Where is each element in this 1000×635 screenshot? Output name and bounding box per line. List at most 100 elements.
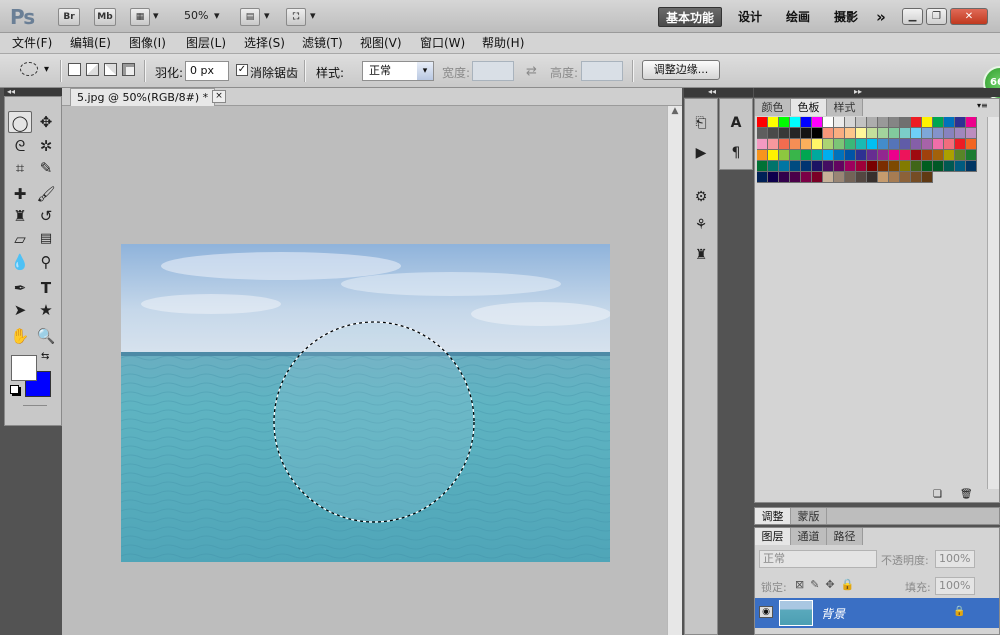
color-swatch[interactable] <box>922 172 933 183</box>
color-swatch[interactable] <box>900 128 911 139</box>
color-swatch[interactable] <box>834 161 845 172</box>
menu-image[interactable]: 图像(I) <box>129 35 166 51</box>
intersect-selection-icon[interactable] <box>122 63 135 76</box>
opacity-input[interactable]: 100% <box>935 550 975 568</box>
color-swatch[interactable] <box>834 139 845 150</box>
color-swatch[interactable] <box>889 139 900 150</box>
magic-wand-tool-icon[interactable]: ✲ <box>34 135 58 157</box>
clone-stamp-tool-icon[interactable]: ♜ <box>8 205 32 227</box>
color-swatch[interactable] <box>779 172 790 183</box>
color-swatch[interactable] <box>900 117 911 128</box>
eraser-tool-icon[interactable]: ▱ <box>8 228 32 250</box>
color-swatch[interactable] <box>812 161 823 172</box>
color-swatch[interactable] <box>944 128 955 139</box>
workspace-photography[interactable]: 摄影 <box>826 7 866 27</box>
color-swatch[interactable] <box>834 150 845 161</box>
color-swatch[interactable] <box>856 117 867 128</box>
swatches-scrollbar[interactable] <box>987 117 999 489</box>
extras-icon[interactable]: ▦ <box>130 8 150 26</box>
default-colors-icon[interactable] <box>10 385 19 394</box>
color-swatch[interactable] <box>757 172 768 183</box>
antialias-checkbox[interactable]: ✓ <box>236 64 248 76</box>
clone-source-panel-icon[interactable]: ♜ <box>688 243 714 267</box>
trash-icon[interactable]: 🗑 <box>960 489 973 500</box>
color-swatch[interactable] <box>801 139 812 150</box>
color-swatch[interactable] <box>966 117 977 128</box>
blur-tool-icon[interactable]: 💧 <box>8 251 32 273</box>
color-swatch[interactable] <box>790 150 801 161</box>
color-swatch[interactable] <box>801 150 812 161</box>
color-swatch[interactable] <box>933 139 944 150</box>
color-swatch[interactable] <box>922 117 933 128</box>
layer-row-background[interactable]: ◉ 背景 🔒 <box>755 598 999 628</box>
dodge-tool-icon[interactable]: ⚲ <box>34 251 58 273</box>
close-icon[interactable]: ✕ <box>950 8 988 25</box>
visibility-eye-icon[interactable]: ◉ <box>759 606 773 618</box>
color-swatch[interactable] <box>966 139 977 150</box>
swap-colors-icon[interactable]: ⇆ <box>41 351 49 362</box>
color-swatch[interactable] <box>955 161 966 172</box>
chevron-down-icon[interactable]: ▾ <box>214 9 220 22</box>
color-swatch[interactable] <box>878 172 889 183</box>
paragraph-panel-icon[interactable]: ¶ <box>723 141 749 165</box>
color-swatch[interactable] <box>867 172 878 183</box>
fill-input[interactable]: 100% <box>935 577 975 595</box>
zoom-tool-icon[interactable]: 🔍 <box>34 325 58 347</box>
color-swatch[interactable] <box>900 139 911 150</box>
color-swatch[interactable] <box>911 139 922 150</box>
quick-mask-icon[interactable] <box>23 405 47 406</box>
color-swatch[interactable] <box>768 172 779 183</box>
color-swatch[interactable] <box>944 161 955 172</box>
color-swatch[interactable] <box>790 117 801 128</box>
color-swatch[interactable] <box>823 128 834 139</box>
foreground-color-swatch[interactable] <box>11 355 37 381</box>
color-swatch[interactable] <box>801 172 812 183</box>
color-swatch[interactable] <box>900 172 911 183</box>
color-swatch[interactable] <box>768 161 779 172</box>
color-swatch[interactable] <box>867 161 878 172</box>
color-swatch[interactable] <box>889 128 900 139</box>
color-swatch[interactable] <box>966 128 977 139</box>
path-selection-tool-icon[interactable]: ➤ <box>8 299 32 321</box>
color-swatch[interactable] <box>878 128 889 139</box>
add-selection-icon[interactable] <box>86 63 99 76</box>
tab-layers[interactable]: 图层 <box>755 528 791 545</box>
color-swatch[interactable] <box>812 139 823 150</box>
color-swatch[interactable] <box>812 128 823 139</box>
color-swatch[interactable] <box>768 150 779 161</box>
healing-brush-tool-icon[interactable]: ✚ <box>8 183 32 205</box>
color-swatch[interactable] <box>834 172 845 183</box>
color-swatch[interactable] <box>812 117 823 128</box>
tab-paths[interactable]: 路径 <box>827 528 863 545</box>
width-input[interactable] <box>472 61 514 81</box>
color-swatch[interactable] <box>911 117 922 128</box>
color-swatch[interactable] <box>889 172 900 183</box>
color-swatch[interactable] <box>856 139 867 150</box>
color-swatch[interactable] <box>812 172 823 183</box>
history-brush-tool-icon[interactable]: ↺ <box>34 205 58 227</box>
crop-tool-icon[interactable]: ⌗ <box>8 157 32 179</box>
menu-select[interactable]: 选择(S) <box>244 35 285 51</box>
color-swatch[interactable] <box>867 150 878 161</box>
color-swatch[interactable] <box>790 139 801 150</box>
menu-filter[interactable]: 滤镜(T) <box>302 35 343 51</box>
color-swatch[interactable] <box>757 150 768 161</box>
vertical-scrollbar[interactable]: ▲ <box>667 106 682 635</box>
actions-panel-icon[interactable]: ▶ <box>688 141 714 165</box>
color-swatch[interactable] <box>757 128 768 139</box>
color-swatch[interactable] <box>834 128 845 139</box>
color-swatch[interactable] <box>922 139 933 150</box>
tab-color[interactable]: 颜色 <box>755 99 791 116</box>
type-tool-icon[interactable]: T <box>34 277 58 299</box>
color-swatch[interactable] <box>911 161 922 172</box>
zoom-level[interactable]: 50% <box>184 9 208 22</box>
swap-icon[interactable]: ⇄ <box>526 64 537 79</box>
color-swatch[interactable] <box>823 172 834 183</box>
menu-layer[interactable]: 图层(L) <box>186 35 226 51</box>
new-swatch-icon[interactable]: ❏ <box>933 489 942 500</box>
minimize-icon[interactable]: ▁ <box>902 8 923 25</box>
document-image[interactable] <box>121 244 610 562</box>
subtract-selection-icon[interactable] <box>104 63 117 76</box>
color-swatch[interactable] <box>856 150 867 161</box>
blend-mode-select[interactable]: 正常 <box>759 550 877 568</box>
